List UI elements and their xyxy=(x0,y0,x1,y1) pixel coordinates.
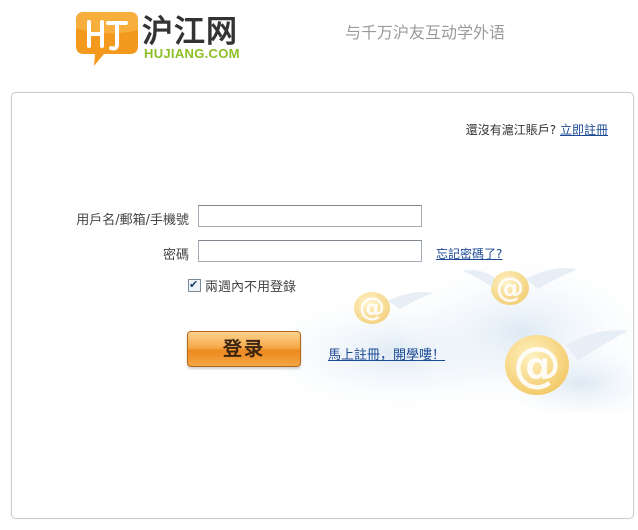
svg-text:@: @ xyxy=(513,337,561,393)
remember-me-row: ✔ 兩週內不用登錄 xyxy=(188,276,296,295)
winged-at-sign-icon: @ @ @ xyxy=(282,263,632,413)
username-label: 用戶名/郵箱/手機號 xyxy=(76,213,189,228)
login-panel: @ @ @ 還沒有滬江賬戶? 立即註冊 用戶名/郵箱/手機號 密碼 忘記密碼了?… xyxy=(11,92,634,519)
svg-text:@: @ xyxy=(359,293,385,323)
no-account-row: 還沒有滬江賬戶? 立即註冊 xyxy=(466,121,608,138)
svg-text:@: @ xyxy=(496,271,524,304)
checkmark-icon: ✔ xyxy=(189,278,199,291)
register-now-link[interactable]: 馬上註冊，開學嘍！ xyxy=(328,344,445,363)
site-slogan: 与千万沪友互动学外语 xyxy=(345,23,506,42)
remember-me-label[interactable]: 兩週內不用登錄 xyxy=(205,280,296,295)
hujiang-logo-icon xyxy=(76,12,138,66)
remember-me-checkbox[interactable]: ✔ xyxy=(188,278,201,292)
username-input[interactable] xyxy=(198,205,422,227)
header: 沪江网 HUJIANG.COM 与千万沪友互动学外语 xyxy=(0,0,638,88)
password-input[interactable] xyxy=(198,240,422,262)
login-button[interactable]: 登录 xyxy=(187,331,301,367)
forgot-password-link[interactable]: 忘記密碼了? xyxy=(436,245,502,262)
brand-domain: HUJIANG.COM xyxy=(144,46,240,61)
brand-name: 沪江网 xyxy=(142,14,238,50)
site-logo[interactable]: 沪江网 HUJIANG.COM xyxy=(74,8,274,66)
password-label: 密碼 xyxy=(162,248,189,263)
no-account-text: 還沒有滬江賬戶? xyxy=(465,123,557,137)
register-link[interactable]: 立即註冊 xyxy=(560,123,608,137)
